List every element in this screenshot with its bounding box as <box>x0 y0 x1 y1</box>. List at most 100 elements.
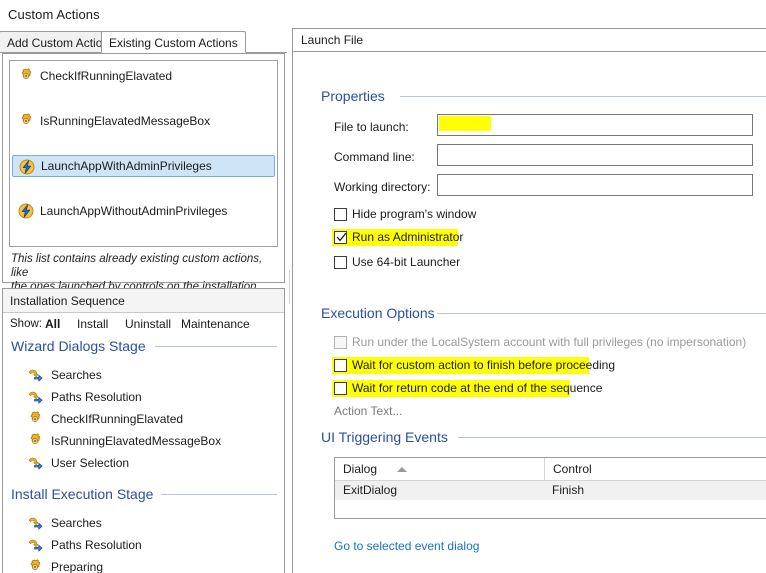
lightning-icon <box>18 203 34 219</box>
list-item[interactable]: LaunchAppWithoutAdminPrivileges <box>12 200 275 222</box>
sequence-item-label: Paths Resolution <box>51 538 142 552</box>
checkbox-box[interactable] <box>334 336 347 349</box>
tabstrip: Add Custom Action Existing Custom Action… <box>0 31 287 53</box>
checkbox-box[interactable] <box>334 208 347 221</box>
stage-arrow-icon <box>27 515 43 531</box>
show-option-install[interactable]: Install <box>77 317 108 331</box>
existing-custom-actions-group: CheckIfRunningElavated IsRunningElavated… <box>2 53 285 283</box>
app-window: Custom Actions Add Custom Action Existin… <box>0 0 766 573</box>
section-heading-ui-triggering-events: UI Triggering Events <box>321 429 448 445</box>
checkbox-label: Wait for custom action to finish before … <box>352 358 615 372</box>
list-item-selected[interactable]: LaunchAppWithAdminPrivileges <box>12 155 275 177</box>
show-filter-bar: Show: All Install Uninstall Maintenance <box>3 314 284 336</box>
stage-heading-install-execution: Install Execution Stage <box>11 486 153 502</box>
section-rule <box>458 437 766 438</box>
sequence-item-user-selection[interactable]: User Selection <box>27 454 129 472</box>
list-item[interactable]: IsRunningElavatedMessageBox <box>12 110 275 132</box>
show-option-maintenance[interactable]: Maintenance <box>181 317 250 331</box>
lightning-icon <box>19 159 35 175</box>
sequence-item-label: User Selection <box>51 456 129 470</box>
sort-asc-icon <box>397 467 407 472</box>
right-pane: Launch File Properties File to launch: C… <box>292 0 766 573</box>
sequence-item-label: IsRunningElavatedMessageBox <box>51 434 221 448</box>
checkbox-box[interactable] <box>334 231 347 244</box>
table-row[interactable]: ExitDialog Finish <box>335 481 766 500</box>
sequence-item-label: Searches <box>51 368 102 382</box>
stage-arrow-icon <box>27 367 43 383</box>
stage-arrow-icon <box>27 537 43 553</box>
sequence-item-isrunningelavatedmessagebox[interactable]: IsRunningElavatedMessageBox <box>27 432 221 450</box>
tab-add-custom-action[interactable]: Add Custom Action <box>0 31 117 53</box>
right-pane-header: Launch File <box>292 28 766 52</box>
sequence-item-label: Preparing <box>51 560 103 573</box>
installation-sequence-header: Installation Sequence <box>3 289 284 313</box>
table-header-row: Dialog Control <box>335 458 766 481</box>
checkbox-box[interactable] <box>334 359 347 372</box>
check-icon <box>336 232 347 243</box>
gear-icon <box>18 113 34 129</box>
gear-icon <box>27 559 43 573</box>
checkbox-label: Hide program's window <box>352 207 476 221</box>
column-header-dialog[interactable]: Dialog <box>335 458 544 480</box>
column-header-control-label: Control <box>553 462 592 476</box>
sequence-item-preparing[interactable]: Preparing <box>27 558 103 573</box>
right-pane-body: Properties File to launch: Command line:… <box>292 52 766 573</box>
list-item-label: LaunchAppWithoutAdminPrivileges <box>40 204 227 218</box>
triggering-events-table[interactable]: Dialog Control ExitDialog Finish <box>334 457 766 519</box>
list-item[interactable]: CheckIfRunningElavated <box>12 65 275 87</box>
stage-rule <box>155 346 277 347</box>
show-option-all[interactable]: All <box>45 317 60 331</box>
page-title: Custom Actions <box>8 7 100 22</box>
left-pane: Custom Actions Add Custom Action Existin… <box>0 0 287 573</box>
list-item-label: IsRunningElavatedMessageBox <box>40 114 210 128</box>
column-header-dialog-label: Dialog <box>343 462 377 476</box>
sequence-item-label: Searches <box>51 516 102 530</box>
installation-sequence-title: Installation Sequence <box>10 294 125 308</box>
checkbox-box[interactable] <box>334 256 347 269</box>
checkbox-label: Run as Administrator <box>352 230 463 244</box>
column-header-control[interactable]: Control <box>544 458 766 480</box>
stage-rule <box>161 494 277 495</box>
list-item-label: CheckIfRunningElavated <box>40 69 172 83</box>
checkbox-label: Run under the LocalSystem account with f… <box>352 335 746 349</box>
sequence-item-label: CheckIfRunningElavated <box>51 412 183 426</box>
sequence-item-checkifrunningelavated[interactable]: CheckIfRunningElavated <box>27 410 183 428</box>
sequence-item-label: Paths Resolution <box>51 390 142 404</box>
checkbox-label: Wait for return code at the end of the s… <box>352 381 602 395</box>
show-option-uninstall[interactable]: Uninstall <box>125 317 171 331</box>
gear-icon <box>27 433 43 449</box>
section-rule <box>400 96 766 97</box>
list-hint-line-1: This list contains already existing cust… <box>11 252 277 280</box>
highlight-file-to-launch <box>439 116 491 131</box>
go-to-selected-event-dialog-link[interactable]: Go to selected event dialog <box>334 539 479 553</box>
splitter-grip <box>289 270 290 304</box>
installation-sequence-group: Installation Sequence Show: All Install … <box>2 288 285 573</box>
label-file-to-launch: File to launch: <box>334 120 409 134</box>
label-command-line: Command line: <box>334 150 415 164</box>
label-working-directory: Working directory: <box>334 180 430 194</box>
show-label: Show: <box>10 318 42 330</box>
checkbox-box[interactable] <box>334 382 347 395</box>
custom-actions-list[interactable]: CheckIfRunningElavated IsRunningElavated… <box>9 60 278 247</box>
right-pane-title: Launch File <box>301 33 363 47</box>
gear-icon <box>18 68 34 84</box>
stage-arrow-icon <box>27 455 43 471</box>
tab-existing-custom-actions[interactable]: Existing Custom Actions <box>101 31 246 53</box>
cell-control: Finish <box>544 481 766 500</box>
command-line-input[interactable] <box>437 144 753 166</box>
sequence-item-searches-2[interactable]: Searches <box>27 514 102 532</box>
section-heading-execution-options: Execution Options <box>321 305 435 321</box>
sequence-item-paths-resolution-2[interactable]: Paths Resolution <box>27 536 142 554</box>
stage-heading-wizard-dialogs: Wizard Dialogs Stage <box>11 338 146 354</box>
sequence-item-paths-resolution[interactable]: Paths Resolution <box>27 388 142 406</box>
list-item-label: LaunchAppWithAdminPrivileges <box>41 159 212 173</box>
section-heading-properties: Properties <box>321 88 385 104</box>
section-rule <box>437 313 766 314</box>
working-directory-input[interactable] <box>437 174 753 196</box>
checkbox-label: Use 64-bit Launcher <box>352 255 460 269</box>
stage-arrow-icon <box>27 389 43 405</box>
gear-icon <box>27 411 43 427</box>
cell-dialog: ExitDialog <box>335 481 544 500</box>
sequence-item-searches[interactable]: Searches <box>27 366 102 384</box>
action-text-link[interactable]: Action Text... <box>334 404 402 418</box>
